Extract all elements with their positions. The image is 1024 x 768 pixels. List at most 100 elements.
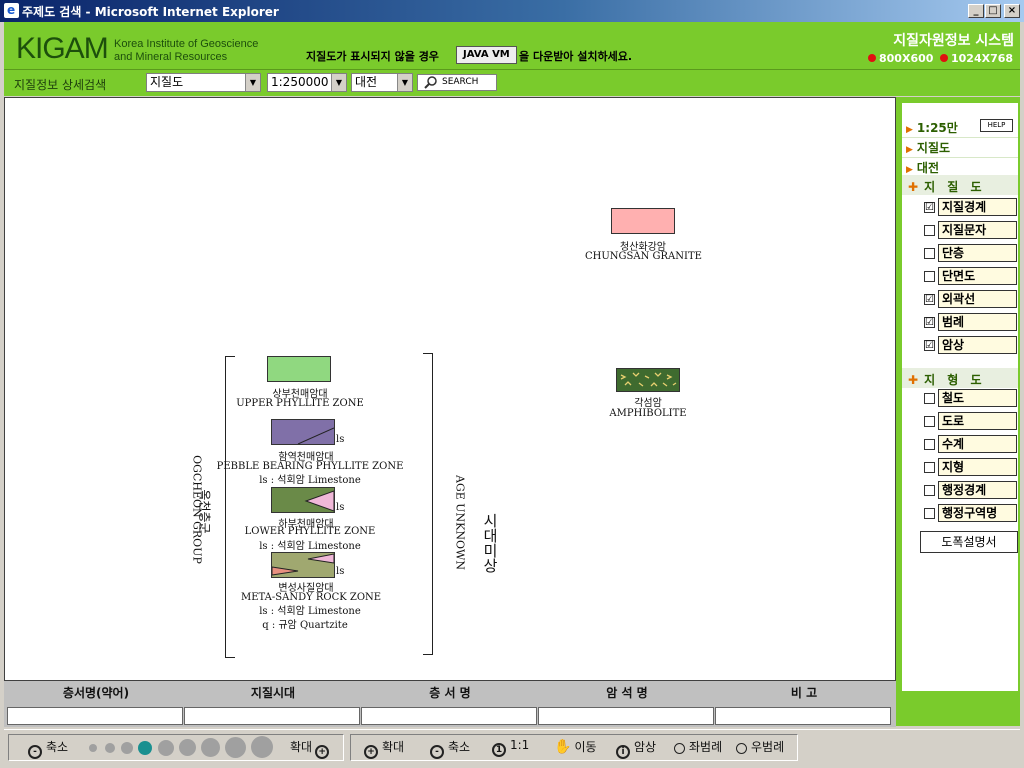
layer-checkbox[interactable]: ☑ [924, 340, 935, 351]
layer-checkbox[interactable]: ☑ [924, 317, 935, 328]
maximize-button[interactable]: □ [985, 4, 1001, 18]
layer-checkbox[interactable] [924, 225, 935, 236]
table-cell [538, 707, 714, 725]
layer-label[interactable]: 행정구역명 [938, 504, 1017, 522]
layer-label[interactable]: 지형 [938, 458, 1017, 476]
pebble-phyllite-ls: ls : 석회암 Limestone [259, 475, 361, 486]
meta-sandy-q: q : 규암 Quartzite [262, 620, 348, 631]
scale-select[interactable]: 1:250000 ▼ [267, 73, 347, 92]
nav-map-type[interactable]: ▶ 지질도 [906, 139, 950, 156]
zoom-level-5[interactable] [158, 740, 174, 756]
layer-checkbox[interactable] [924, 416, 935, 427]
region-select[interactable]: 대전 ▼ [351, 73, 413, 92]
map-description-button[interactable]: 도폭설명서 [920, 531, 1018, 553]
zoom-level-3[interactable] [121, 742, 133, 754]
layer-label[interactable]: 단층 [938, 244, 1017, 262]
magnifier-minus-icon: - [28, 745, 42, 759]
zoom-level-4-active[interactable] [138, 741, 152, 755]
ogcheon-group-en: OGCHEON GROUP [190, 455, 204, 564]
logo-subtitle-line2: and Mineral Resources [114, 51, 228, 63]
table-header: 지질시대 [250, 686, 296, 700]
magnifier-plus-icon: + [315, 745, 330, 759]
layer-label[interactable]: 범례 [938, 313, 1017, 331]
dropdown-arrow-icon[interactable]: ▼ [331, 74, 346, 91]
layer-checkbox[interactable] [924, 439, 935, 450]
info-table: 층서명(약어) 지질시대 층 서 명 암 석 명 비 고 [4, 681, 896, 727]
layer-checkbox[interactable] [924, 271, 935, 282]
table-header: 암 석 명 [606, 686, 648, 700]
kigam-logo[interactable]: KIGAM [16, 32, 109, 66]
layer-label[interactable]: 수계 [938, 435, 1017, 453]
layer-label[interactable]: 외곽선 [938, 290, 1017, 308]
zoom-level-8[interactable] [225, 737, 246, 758]
upper-phyllite-en: UPPER PHYLLITE ZONE [236, 398, 364, 409]
layer-checkbox[interactable] [924, 508, 935, 519]
layer-panel: ▶ 1:25만 HELP ▶ 지질도 ▶ 대전 ✚ 지 질 도 ☑ 지질경계 지질문자 단층 단… [896, 97, 1020, 726]
layer-checkbox[interactable] [924, 393, 935, 404]
minimize-button[interactable]: _ [968, 4, 984, 18]
search-icon [424, 76, 437, 89]
map-type-select[interactable]: 지질도 ▼ [146, 73, 261, 92]
layer-checkbox[interactable] [924, 485, 935, 496]
layer-checkbox[interactable] [924, 248, 935, 259]
rock-info-button[interactable]: i 암상 [616, 738, 656, 759]
right-bracket [423, 353, 433, 655]
help-button[interactable]: HELP [980, 119, 1013, 132]
zoom-level-7[interactable] [201, 738, 220, 757]
window-title-bar: e 주제도 검색 - Microsoft Internet Explorer _… [0, 0, 1024, 22]
age-unknown-ko: 시대미상 [481, 513, 499, 573]
window-title: 주제도 검색 - Microsoft Internet Explorer [22, 5, 279, 19]
dropdown-arrow-icon[interactable]: ▼ [245, 74, 260, 91]
table-cell [361, 707, 537, 725]
zoom-level-9[interactable] [251, 736, 273, 758]
ls-tag: ls [336, 434, 345, 445]
divider [902, 157, 1018, 158]
ie-icon: e [4, 3, 19, 18]
zoom-level-1[interactable] [89, 744, 97, 752]
layer-checkbox[interactable] [924, 462, 935, 473]
map-toolbar: - 축소 확대 + + 확대 - 축소 1 1:1 ✋ 이동 i 암상 좌범례 우범례 [4, 729, 1020, 764]
layer-label[interactable]: 지질문자 [938, 221, 1017, 239]
pan-button[interactable]: ✋ 이동 [554, 738, 597, 755]
zoom-in-label[interactable]: 확대 + [290, 738, 333, 759]
res-1024-link[interactable]: 1024X768 [940, 52, 1013, 65]
amphibolite-en: AMPHIBOLITE [609, 408, 687, 419]
res-800-link[interactable]: 800X600 [868, 52, 933, 65]
layer-label[interactable]: 단면도 [938, 267, 1017, 285]
circle-arrow-left-icon [674, 743, 685, 754]
layer-label[interactable]: 도로 [938, 412, 1017, 430]
table-header: 층서명(약어) [62, 686, 130, 700]
magnifier-minus-icon: - [430, 745, 444, 759]
map-canvas[interactable]: 청산화강암 CHUNGSAN GRANITE 각섬암 AMPHIBOLITE 옥… [4, 97, 896, 681]
nav-scale[interactable]: ▶ 1:25만 [906, 119, 958, 136]
layer-label[interactable]: 행정경계 [938, 481, 1017, 499]
zoom-out-button[interactable]: - 축소 [430, 738, 470, 759]
layer-panel-inner: ▶ 1:25만 HELP ▶ 지질도 ▶ 대전 ✚ 지 질 도 ☑ 지질경계 지질문자 단층 단… [902, 103, 1018, 691]
red-dot-icon [940, 54, 948, 62]
layer-label[interactable]: 철도 [938, 389, 1017, 407]
zoom-level-6[interactable] [179, 739, 196, 756]
ls-tag: ls [336, 502, 345, 513]
triangle-icon: ▶ [906, 145, 913, 155]
dropdown-arrow-icon[interactable]: ▼ [397, 74, 412, 91]
quartzite-lens-pattern [271, 553, 335, 576]
layer-label[interactable]: 암상 [938, 336, 1017, 354]
close-button[interactable]: × [1004, 4, 1020, 18]
layer-checkbox[interactable]: ☑ [924, 202, 935, 213]
pebble-phyllite-swatch [271, 419, 335, 445]
left-legend-button[interactable]: 좌범례 [674, 738, 722, 755]
nav-region[interactable]: ▶ 대전 [906, 159, 939, 176]
actual-size-button[interactable]: 1 1:1 [492, 738, 529, 757]
search-button[interactable]: SEARCH [417, 74, 497, 91]
lower-phyllite-swatch [271, 487, 335, 513]
layer-label[interactable]: 지질경계 [938, 198, 1017, 216]
java-vm-button[interactable]: JAVA VM [456, 46, 517, 64]
zoom-in-button[interactable]: + 확대 [364, 738, 404, 759]
zoom-out-label[interactable]: - 축소 [28, 738, 68, 759]
layer-checkbox[interactable]: ☑ [924, 294, 935, 305]
table-header: 비 고 [790, 686, 818, 700]
plus-icon: ✚ [908, 180, 919, 194]
search-bar: 지질정보 상세검색 지질도 ▼ 1:250000 ▼ 대전 ▼ SEARCH [4, 70, 1020, 96]
right-legend-button[interactable]: 우범례 [736, 738, 784, 755]
zoom-level-2[interactable] [105, 743, 115, 753]
